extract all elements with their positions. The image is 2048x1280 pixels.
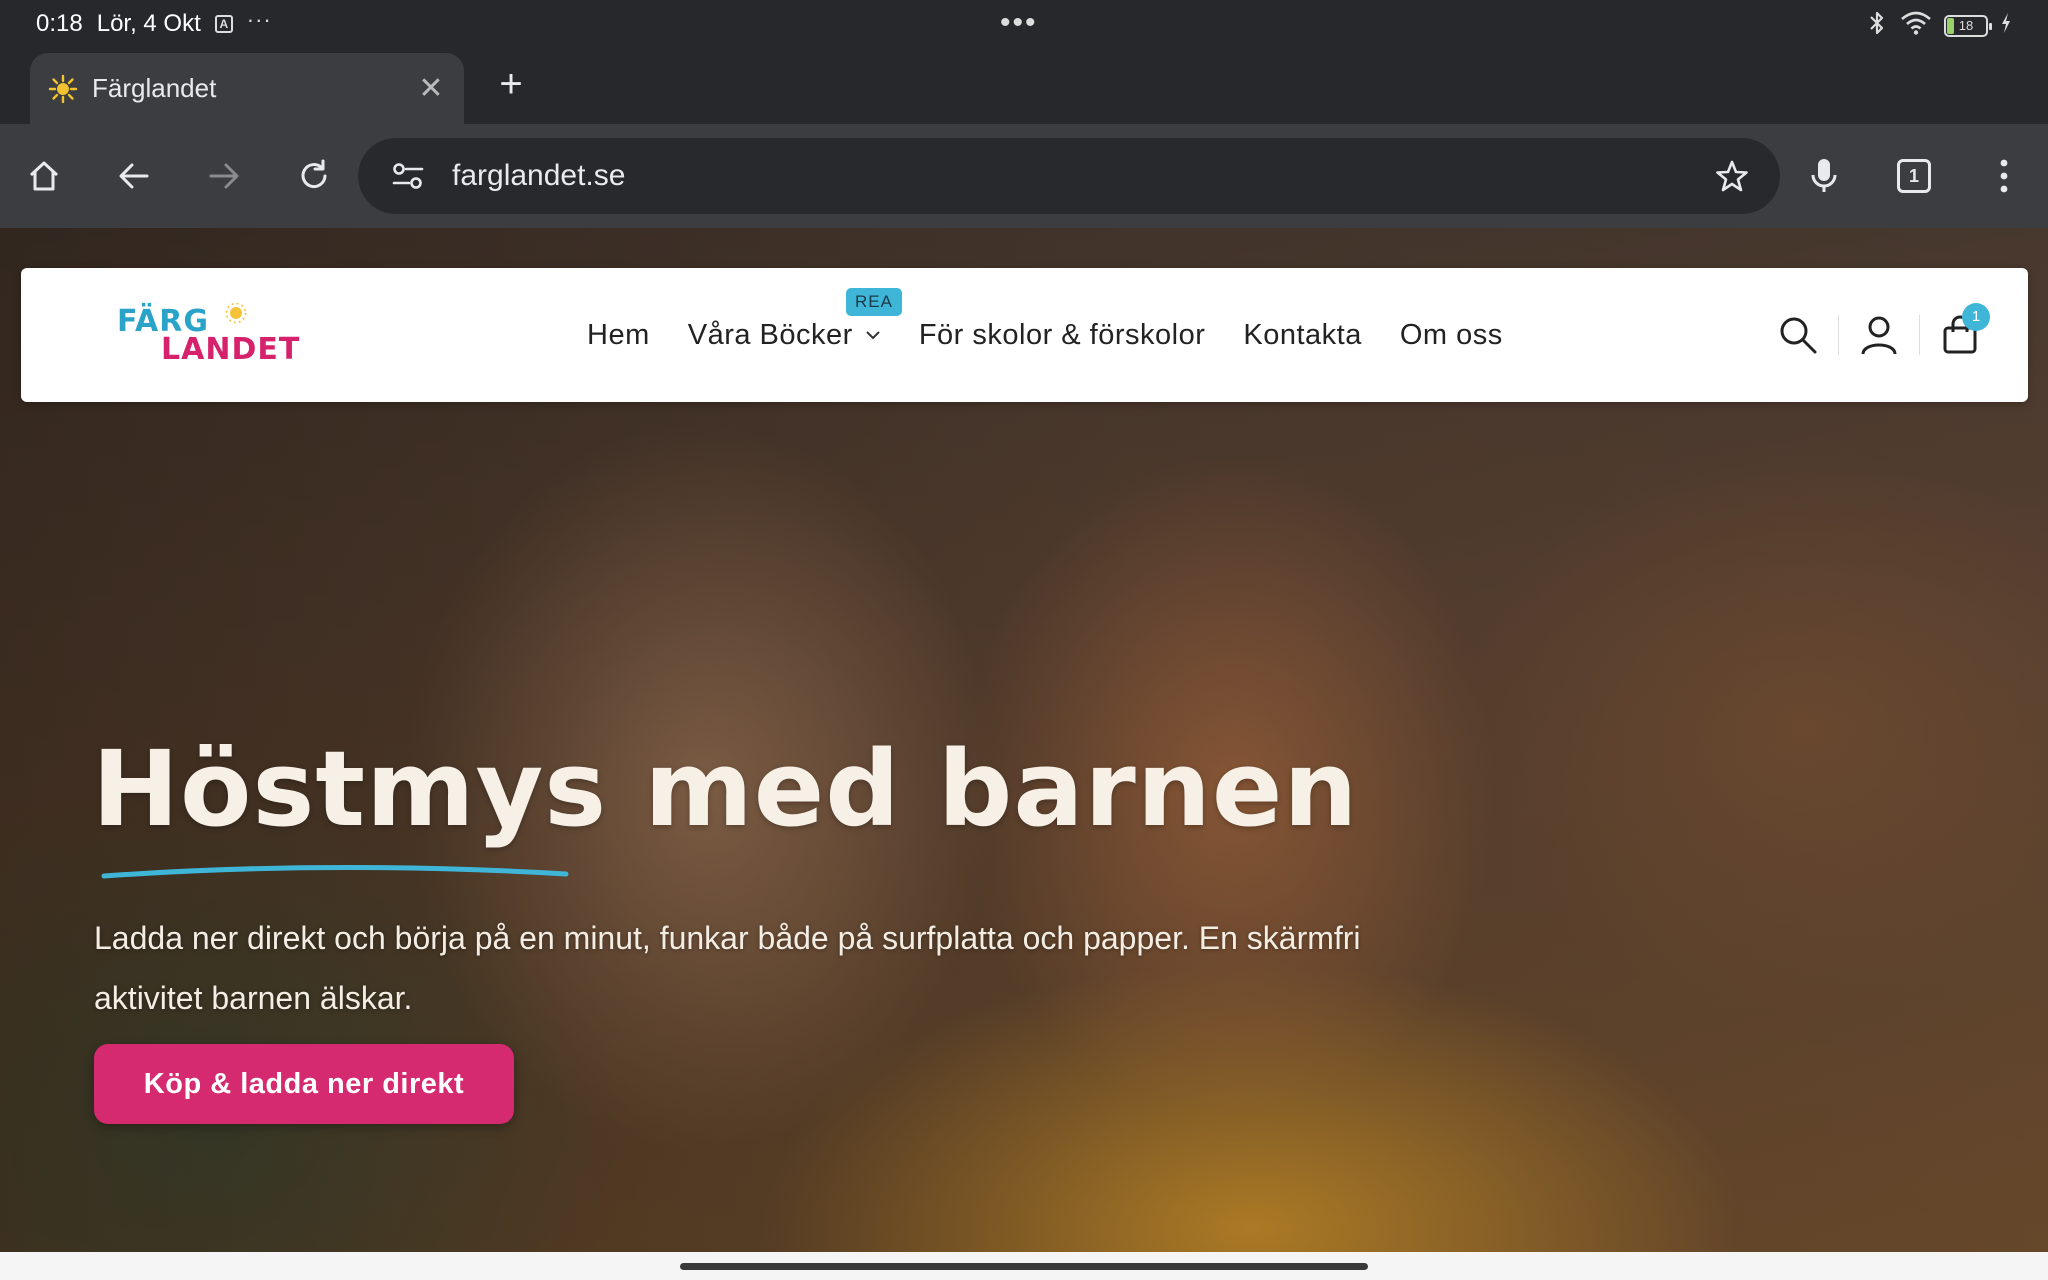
new-tab-button[interactable]: + [488, 62, 534, 108]
nav-item-for-skolor[interactable]: För skolor & förskolor [919, 319, 1206, 352]
address-bar[interactable]: farglandet.se [358, 138, 1780, 214]
divider [1919, 315, 1920, 355]
nav-item-label: Våra Böcker [687, 318, 853, 351]
navigation-gesture-bar [0, 1252, 2048, 1280]
browser-tab[interactable]: Färglandet ✕ [30, 53, 464, 124]
battery-icon: 18 [1944, 14, 1992, 37]
status-right: 18 [1866, 10, 2012, 41]
status-bar: 0:18 Lör, 4 Okt A ··· ••• 18 [0, 0, 2048, 48]
url-text[interactable]: farglandet.se [452, 159, 1712, 193]
user-icon [1861, 316, 1897, 355]
nav-item-kontakta[interactable]: Kontakta [1243, 319, 1361, 352]
charging-icon [2000, 12, 2012, 39]
header-actions: 1 [1774, 268, 1990, 402]
tab-count: 1 [1897, 159, 1931, 193]
hero-underline-decoration [101, 864, 569, 879]
favicon-sun-icon [48, 74, 78, 104]
home-button[interactable] [18, 150, 70, 202]
nav-item-hem[interactable]: Hem [587, 319, 650, 352]
bookmark-star-icon[interactable] [1712, 156, 1752, 196]
tab-strip: Färglandet ✕ + [0, 48, 2048, 124]
search-button[interactable] [1774, 311, 1822, 359]
hero-title: Höstmys med barnen [92, 728, 1359, 850]
tab-title: Färglandet [92, 73, 217, 103]
account-button[interactable] [1855, 311, 1903, 359]
voice-search-button[interactable] [1798, 150, 1850, 202]
status-time: 0:18 [36, 10, 83, 37]
nav-item-vara-bocker[interactable]: Våra Böcker [688, 319, 881, 352]
wifi-icon [1900, 11, 1932, 40]
logo-word-landet: LANDET [161, 332, 301, 367]
back-arrow-icon [119, 163, 149, 189]
forward-arrow-icon [209, 163, 239, 189]
status-left: 0:18 Lör, 4 Okt A ··· [36, 7, 272, 38]
browser-menu-button[interactable] [1978, 150, 2030, 202]
microphone-icon [1811, 159, 1837, 192]
multitasking-dots-icon[interactable]: ••• [1000, 6, 1038, 40]
reload-button[interactable] [288, 150, 340, 202]
bluetooth-icon [1866, 10, 1888, 41]
logo-sun-icon [225, 302, 247, 324]
site-settings-icon[interactable] [388, 156, 428, 196]
main-navigation: Hem Våra Böcker För skolor & förskolor K… [587, 268, 1503, 402]
buy-download-button[interactable]: Köp & ladda ner direkt [94, 1044, 514, 1124]
nav-item-om-oss[interactable]: Om oss [1400, 319, 1503, 352]
divider [1838, 315, 1839, 355]
cart-count-badge: 1 [1962, 303, 1990, 331]
sale-badge: REA [846, 288, 902, 316]
web-page: FÄRG LANDET Hem Våra Böcker För skolor &… [0, 228, 2048, 1252]
home-indicator[interactable] [680, 1263, 1368, 1270]
more-notifications-icon: ··· [246, 7, 272, 32]
status-date: Lör, 4 Okt [96, 10, 201, 37]
tab-close-icon[interactable]: ✕ [416, 71, 446, 106]
reload-icon [301, 159, 327, 189]
cart-button[interactable]: 1 [1936, 303, 1990, 359]
more-vert-icon [2000, 159, 2008, 193]
search-icon [1780, 317, 1817, 354]
battery-level: 18 [1958, 17, 1974, 33]
site-header: FÄRG LANDET Hem Våra Böcker För skolor &… [21, 268, 2028, 402]
back-button[interactable] [108, 150, 160, 202]
site-logo[interactable]: FÄRG LANDET [117, 302, 317, 372]
home-icon [29, 161, 59, 191]
browser-toolbar: farglandet.se 1 [0, 124, 2048, 228]
tab-switcher-button[interactable]: 1 [1888, 150, 1940, 202]
chevron-down-icon [866, 331, 880, 340]
hero-description: Ladda ner direkt och börja på en minut, … [94, 920, 1361, 1016]
notification-icon: A [214, 15, 233, 33]
forward-button[interactable] [198, 150, 250, 202]
